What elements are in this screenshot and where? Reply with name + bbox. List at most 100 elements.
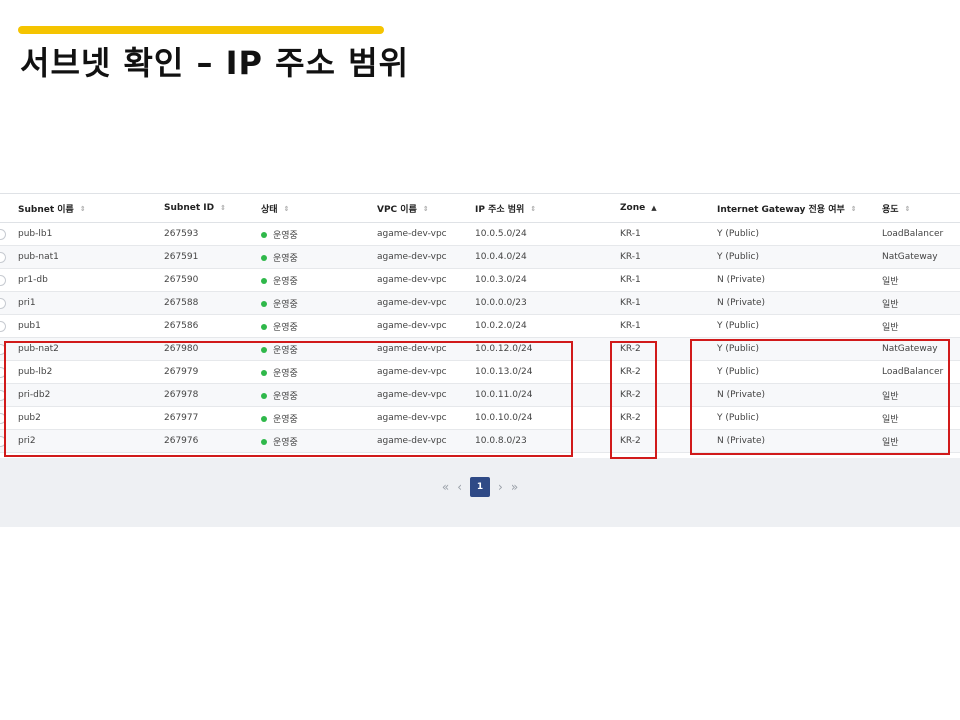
double-chevron-right-icon[interactable]: » <box>511 480 518 494</box>
cell-igw-only-value: Y (Public) <box>717 367 760 377</box>
subnet-table: Subnet 이름 ⇕ Subnet ID ⇕ 상태 ⇕ VPC 이름 ⇕ IP 주소 범위 ⇕ Z… <box>0 193 960 453</box>
cell-vpc-name-value: agame-dev-vpc <box>377 436 447 446</box>
cell-usage: 일반 <box>882 268 960 292</box>
cell-subnet-name: pub-lb1 <box>18 222 164 246</box>
column-header-zone[interactable]: Zone ▲ <box>620 193 717 223</box>
cell-subnet-name: pub1 <box>18 314 164 338</box>
row-select-cell <box>0 429 18 453</box>
cell-igw-only: N (Private) <box>717 291 882 315</box>
cell-ip-range: 10.0.13.0/24 <box>475 360 620 384</box>
cell-subnet-id: 267976 <box>164 429 261 453</box>
chevron-left-icon[interactable]: ‹ <box>457 480 462 494</box>
cell-zone: KR-2 <box>620 360 717 384</box>
cell-status: 운영중 <box>261 429 377 453</box>
cell-usage-value: 일반 <box>882 322 899 333</box>
cell-subnet-id-value: 267978 <box>164 390 199 400</box>
sort-ascending-icon[interactable]: ▲ <box>651 204 656 212</box>
console-screenshot: Subnet 이름 ⇕ Subnet ID ⇕ 상태 ⇕ VPC 이름 ⇕ IP 주소 범위 ⇕ Z… <box>0 193 960 527</box>
column-header-ip-range[interactable]: IP 주소 범위 ⇕ <box>475 193 620 223</box>
sort-icon[interactable]: ⇕ <box>905 205 911 213</box>
cell-ip-range: 10.0.4.0/24 <box>475 245 620 269</box>
sort-icon[interactable]: ⇕ <box>284 205 290 213</box>
cell-status: 운영중 <box>261 222 377 246</box>
cell-ip-range-value: 10.0.0.0/23 <box>475 298 527 308</box>
table-row[interactable]: pub-nat1 267591 운영중 agame-dev-vpc 10.0.4.0/2… <box>0 245 960 269</box>
cell-ip-range-value: 10.0.5.0/24 <box>475 229 527 239</box>
status-running-icon <box>261 347 267 353</box>
table-row[interactable]: pri-db2 267978 운영중 agame-dev-vpc 10.0.11.0/2… <box>0 383 960 407</box>
cell-zone-value: KR-2 <box>620 413 641 423</box>
cell-igw-only: Y (Public) <box>717 245 882 269</box>
table-row[interactable]: pub-nat2 267980 운영중 agame-dev-vpc 10.0.12.0/… <box>0 337 960 361</box>
cell-usage: 일반 <box>882 383 960 407</box>
row-select-radio[interactable] <box>0 228 6 240</box>
cell-subnet-id-value: 267980 <box>164 344 199 354</box>
cell-vpc-name: agame-dev-vpc <box>377 268 475 292</box>
cell-subnet-name-value: pri2 <box>18 436 36 446</box>
table-row[interactable]: pri1 267588 운영중 agame-dev-vpc 10.0.0.0/23 KR-… <box>0 291 960 315</box>
column-header-subnet-id[interactable]: Subnet ID ⇕ <box>164 193 261 223</box>
cell-subnet-id-value: 267591 <box>164 252 199 262</box>
column-header-subnet-name[interactable]: Subnet 이름 ⇕ <box>18 193 164 223</box>
cell-subnet-id: 267586 <box>164 314 261 338</box>
cell-igw-only: N (Private) <box>717 383 882 407</box>
sort-icon[interactable]: ⇕ <box>80 205 86 213</box>
table-row[interactable]: pri2 267976 운영중 agame-dev-vpc 10.0.8.0/23 KR-… <box>0 429 960 453</box>
cell-vpc-name-value: agame-dev-vpc <box>377 390 447 400</box>
cell-zone-value: KR-1 <box>620 229 641 239</box>
cell-status: 운영중 <box>261 314 377 338</box>
row-select-radio[interactable] <box>0 343 6 355</box>
cell-zone-value: KR-2 <box>620 367 641 377</box>
cell-zone-value: KR-1 <box>620 275 641 285</box>
sort-icon[interactable]: ⇕ <box>851 205 857 213</box>
sort-icon[interactable]: ⇕ <box>220 204 226 212</box>
cell-igw-only-value: N (Private) <box>717 275 765 285</box>
cell-status: 운영중 <box>261 245 377 269</box>
column-header-igw-only[interactable]: Internet Gateway 전용 여부 ⇕ <box>717 193 882 223</box>
table-row[interactable]: pub2 267977 운영중 agame-dev-vpc 10.0.10.0/24 KR… <box>0 406 960 430</box>
row-select-radio[interactable] <box>0 412 6 424</box>
row-select-radio[interactable] <box>0 435 6 447</box>
cell-usage-value: LoadBalancer <box>882 367 944 377</box>
cell-usage: NatGateway <box>882 337 960 361</box>
cell-ip-range: 10.0.11.0/24 <box>475 383 620 407</box>
cell-subnet-name-value: pri-db2 <box>18 390 51 400</box>
column-header-usage[interactable]: 용도 ⇕ <box>882 193 960 223</box>
row-select-radio[interactable] <box>0 297 6 309</box>
row-select-radio[interactable] <box>0 274 6 286</box>
double-chevron-left-icon[interactable]: « <box>442 480 449 494</box>
table-row[interactable]: pub-lb1 267593 운영중 agame-dev-vpc 10.0.5.0/24… <box>0 222 960 246</box>
cell-status: 운영중 <box>261 406 377 430</box>
row-select-radio[interactable] <box>0 366 6 378</box>
cell-ip-range-value: 10.0.3.0/24 <box>475 275 527 285</box>
cell-status: 운영중 <box>261 268 377 292</box>
sort-icon[interactable]: ⇕ <box>423 205 429 213</box>
row-select-radio[interactable] <box>0 320 6 332</box>
column-header-label: Zone <box>620 203 646 213</box>
cell-ip-range-value: 10.0.4.0/24 <box>475 252 527 262</box>
cell-usage: 일반 <box>882 429 960 453</box>
cell-status-value: 운영중 <box>273 253 298 264</box>
row-select-radio[interactable] <box>0 389 6 401</box>
cell-subnet-id-value: 267588 <box>164 298 199 308</box>
cell-vpc-name-value: agame-dev-vpc <box>377 321 447 331</box>
subnet-table-panel: Subnet 이름 ⇕ Subnet ID ⇕ 상태 ⇕ VPC 이름 ⇕ IP 주소 범위 ⇕ Z… <box>0 193 960 458</box>
sort-icon[interactable]: ⇕ <box>530 205 536 213</box>
column-header-status[interactable]: 상태 ⇕ <box>261 193 377 223</box>
table-row[interactable]: pr1-db 267590 운영중 agame-dev-vpc 10.0.3.0/24 K… <box>0 268 960 292</box>
row-select-radio[interactable] <box>0 251 6 263</box>
cell-usage-value: 일반 <box>882 391 899 402</box>
table-row[interactable]: pub-lb2 267979 운영중 agame-dev-vpc 10.0.13.0/2… <box>0 360 960 384</box>
cell-igw-only-value: N (Private) <box>717 436 765 446</box>
pagination: « ‹ 1 › » <box>0 476 960 498</box>
page-number-button[interactable]: 1 <box>470 477 490 497</box>
table-row[interactable]: pub1 267586 운영중 agame-dev-vpc 10.0.2.0/24 KR-… <box>0 314 960 338</box>
cell-subnet-name-value: pub-nat2 <box>18 344 59 354</box>
chevron-right-icon[interactable]: › <box>498 480 503 494</box>
cell-usage-value: NatGateway <box>882 344 938 354</box>
cell-ip-range-value: 10.0.10.0/24 <box>475 413 533 423</box>
column-header-vpc-name[interactable]: VPC 이름 ⇕ <box>377 193 475 223</box>
row-select-cell <box>0 337 18 361</box>
row-select-cell <box>0 222 18 246</box>
cell-usage-value: 일반 <box>882 414 899 425</box>
